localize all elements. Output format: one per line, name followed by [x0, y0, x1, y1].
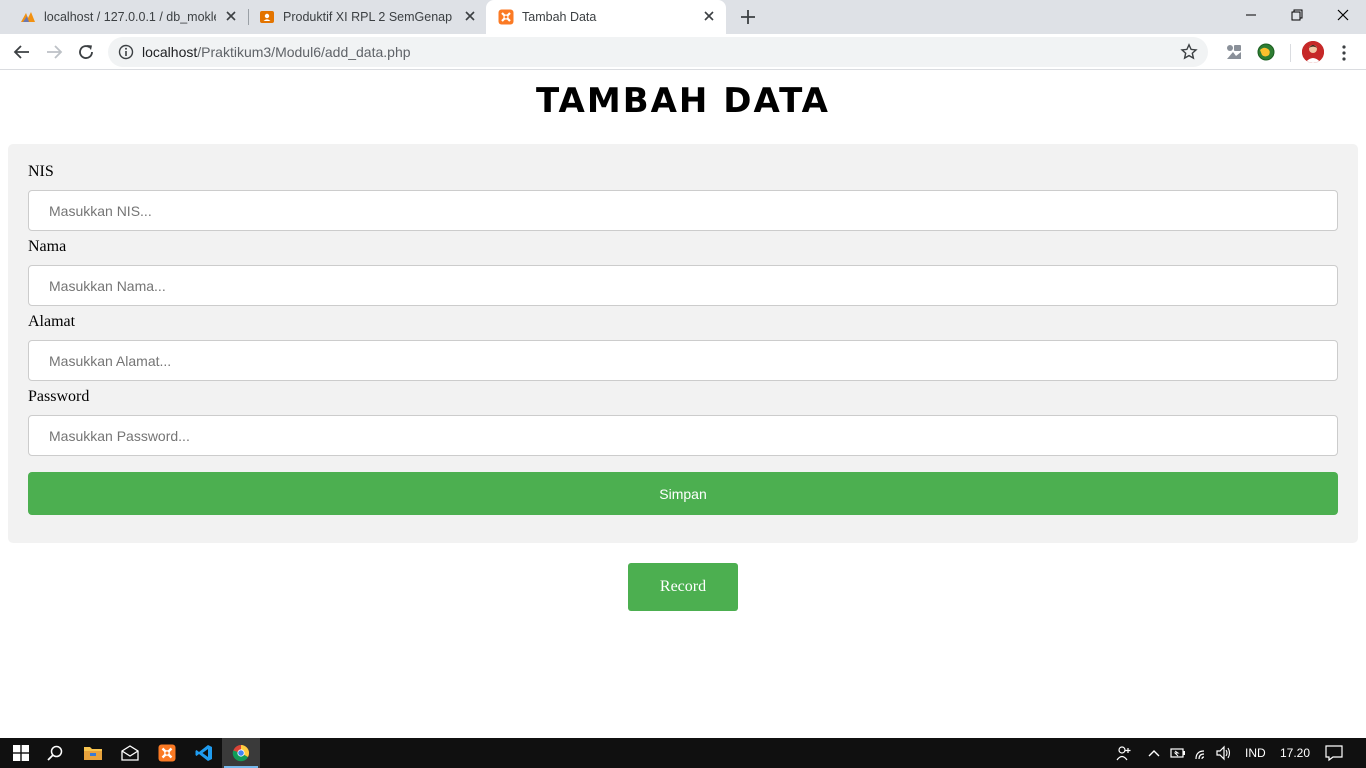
taskbar-vscode[interactable]: [185, 738, 223, 768]
tab-title: Produktif XI RPL 2 SemGenap 18: [283, 10, 455, 24]
tab-title: Tambah Data: [522, 10, 597, 24]
url-path: /Praktikum3/Modul6/add_data.php: [197, 44, 411, 60]
restore-icon: [1291, 9, 1303, 21]
volume-icon[interactable]: [1216, 745, 1232, 761]
globe-extension-icon[interactable]: [1256, 42, 1276, 62]
chrome-icon: [232, 745, 250, 762]
page-content: TAMBAH DATA NIS Nama Alamat Password Sim…: [0, 71, 1366, 738]
address-url[interactable]: localhost/Praktikum3/Modul6/add_data.php: [142, 44, 411, 60]
chevron-up-icon[interactable]: [1146, 745, 1162, 761]
close-window-button[interactable]: [1320, 0, 1366, 30]
avatar-icon: [1302, 41, 1324, 63]
url-host: localhost: [142, 44, 198, 60]
xampp-icon: [158, 744, 176, 762]
nis-input[interactable]: [28, 190, 1338, 231]
search-button[interactable]: [36, 738, 74, 768]
browser-toolbar: localhost/Praktikum3/Modul6/add_data.php: [0, 34, 1366, 70]
tab-tambah-data[interactable]: Tambah Data: [486, 0, 726, 34]
xampp-icon: [498, 9, 514, 25]
arrow-left-icon: [13, 45, 29, 59]
notification-icon[interactable]: [1325, 744, 1343, 762]
classroom-icon: [260, 11, 274, 23]
tab-title: localhost / 127.0.0.1 / db_moklet: [44, 10, 216, 24]
extension-icon[interactable]: [1224, 42, 1244, 62]
nama-label: Nama: [28, 238, 67, 255]
wifi-icon[interactable]: [1194, 745, 1210, 761]
windows-taskbar: IND 17.20: [0, 738, 1366, 768]
simpan-button[interactable]: Simpan: [28, 472, 1338, 515]
minimize-icon: [1246, 14, 1256, 16]
taskbar-xampp[interactable]: [148, 738, 186, 768]
record-button[interactable]: Record: [628, 563, 738, 611]
nama-input[interactable]: [28, 265, 1338, 306]
taskbar-file-explorer[interactable]: [74, 738, 112, 768]
folder-icon: [84, 747, 102, 760]
windows-logo-icon: [13, 745, 29, 761]
battery-icon[interactable]: [1170, 745, 1186, 761]
tab-phpmyadmin[interactable]: localhost / 127.0.0.1 / db_moklet: [8, 0, 248, 34]
language-indicator[interactable]: IND: [1245, 746, 1266, 760]
search-icon: [47, 745, 63, 761]
reload-button[interactable]: [74, 40, 98, 64]
arrow-right-icon: [47, 45, 63, 59]
vscode-icon: [195, 745, 212, 761]
more-menu-icon[interactable]: [1336, 43, 1352, 63]
restore-button[interactable]: [1274, 0, 1320, 30]
forward-button[interactable]: [42, 40, 66, 64]
add-data-form: NIS Nama Alamat Password Simpan: [8, 144, 1358, 543]
taskbar-mail[interactable]: [111, 738, 149, 768]
password-label: Password: [28, 388, 90, 405]
toolbar-separator: [1290, 44, 1291, 62]
password-input[interactable]: [28, 415, 1338, 456]
close-tab-icon[interactable]: [463, 9, 477, 23]
browser-tabstrip: localhost / 127.0.0.1 / db_moklet Produk…: [0, 0, 1366, 34]
phpmyadmin-icon: [21, 12, 35, 22]
alamat-input[interactable]: [28, 340, 1338, 381]
clock[interactable]: 17.20: [1280, 746, 1310, 760]
close-tab-icon[interactable]: [702, 9, 716, 23]
reload-icon: [79, 45, 93, 59]
profile-avatar[interactable]: [1302, 41, 1324, 63]
alamat-label: Alamat: [28, 313, 76, 330]
info-icon[interactable]: [118, 44, 134, 60]
back-button[interactable]: [10, 40, 34, 64]
tab-classroom[interactable]: Produktif XI RPL 2 SemGenap 18: [247, 0, 487, 34]
close-tab-icon[interactable]: [224, 9, 238, 23]
address-bar[interactable]: localhost/Praktikum3/Modul6/add_data.php: [108, 37, 1208, 67]
start-button[interactable]: [2, 738, 40, 768]
bookmark-star-icon[interactable]: [1180, 43, 1198, 61]
people-icon[interactable]: [1116, 745, 1132, 761]
new-tab-icon[interactable]: [738, 7, 758, 27]
page-title: TAMBAH DATA: [536, 81, 830, 121]
mail-icon: [121, 745, 139, 761]
minimize-button[interactable]: [1228, 0, 1274, 30]
nis-label: NIS: [28, 163, 54, 180]
taskbar-chrome[interactable]: [222, 738, 260, 768]
close-icon: [1337, 9, 1349, 21]
